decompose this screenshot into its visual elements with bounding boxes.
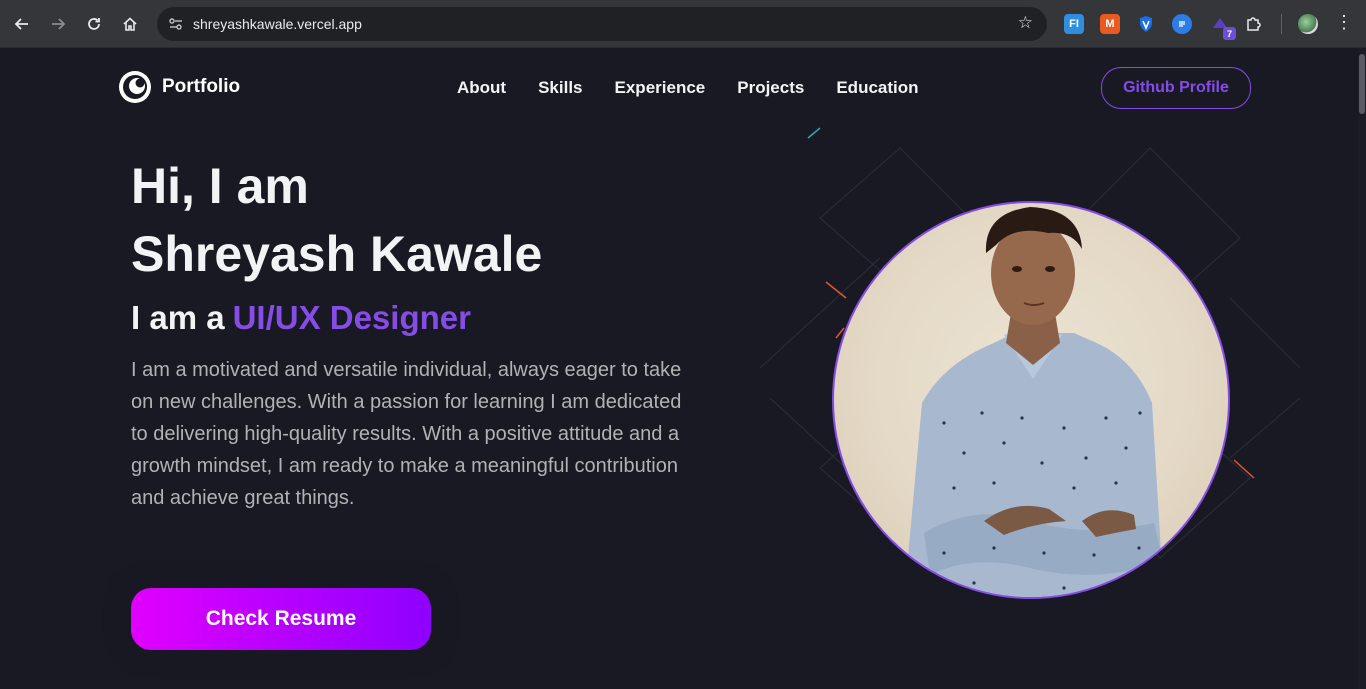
role-title: UI/UX Designer (232, 299, 471, 336)
main-navigation: About Skills Experience Projects Educati… (457, 78, 919, 98)
hero-role: I am a UI/UX Designer (131, 299, 471, 337)
shield-icon[interactable] (1136, 14, 1156, 34)
scrollbar-thumb[interactable] (1359, 54, 1365, 114)
browser-toolbar: shreyashkawale.vercel.app ☆ FI M 7 ⋮ (0, 0, 1366, 48)
star-icon[interactable]: ☆ (1018, 13, 1033, 33)
toolbar-divider (1281, 14, 1282, 34)
portfolio-page: Portfolio About Skills Experience Projec… (0, 48, 1366, 689)
badge-extension-icon[interactable]: 7 (1210, 14, 1236, 40)
page-scrollbar[interactable] (1358, 48, 1366, 689)
back-arrow-icon[interactable] (4, 6, 40, 42)
forward-arrow-icon[interactable] (40, 6, 76, 42)
url-text[interactable]: shreyashkawale.vercel.app (193, 16, 362, 32)
profile-avatar[interactable] (1298, 14, 1318, 34)
site-logo[interactable]: Portfolio (118, 70, 240, 104)
check-resume-button[interactable]: Check Resume (131, 588, 431, 650)
tune-icon[interactable] (161, 17, 191, 31)
kebab-menu-icon[interactable]: ⋮ (1335, 12, 1353, 33)
hero-heading: Hi, I am Shreyash Kawale (131, 152, 542, 288)
role-prefix: I am a (131, 299, 225, 336)
hero-greeting: Hi, I am (131, 158, 309, 214)
hero-description: I am a motivated and versatile individua… (131, 359, 682, 509)
doc-icon[interactable] (1172, 14, 1192, 34)
ext-m-icon[interactable]: M (1100, 14, 1120, 34)
nav-link-about[interactable]: About (457, 78, 506, 98)
nav-link-education[interactable]: Education (836, 78, 918, 98)
hero-name: Shreyash Kawale (131, 226, 543, 282)
reload-icon[interactable] (76, 6, 112, 42)
github-profile-button[interactable]: Github Profile (1101, 67, 1251, 109)
logo-mark-icon (118, 70, 152, 104)
extension-badge-count: 7 (1223, 27, 1236, 40)
puzzle-icon[interactable] (1244, 14, 1264, 34)
profile-photo (832, 201, 1230, 599)
logo-label: Portfolio (162, 76, 241, 97)
nav-link-projects[interactable]: Projects (737, 78, 804, 98)
home-icon[interactable] (112, 6, 148, 42)
ext-fi-icon[interactable]: FI (1064, 14, 1084, 34)
nav-link-skills[interactable]: Skills (538, 78, 582, 98)
address-bar[interactable]: shreyashkawale.vercel.app ☆ (157, 7, 1047, 41)
nav-link-experience[interactable]: Experience (615, 78, 706, 98)
